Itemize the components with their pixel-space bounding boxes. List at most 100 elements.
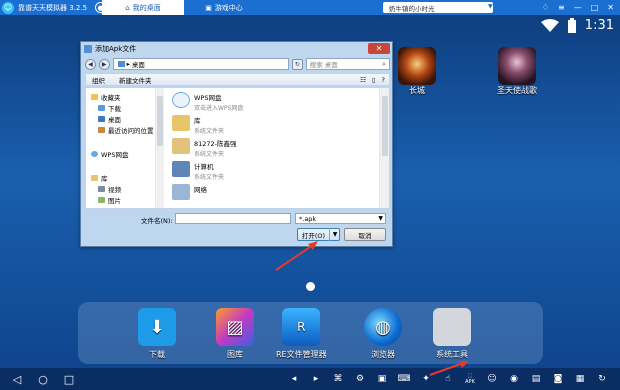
address-bar[interactable]: ▸ 桌面: [112, 58, 289, 70]
volume-down-icon[interactable]: ◂: [285, 370, 303, 388]
apk-install-icon[interactable]: ⬚ APK: [461, 370, 479, 388]
new-folder-button[interactable]: 新建文件夹: [119, 75, 152, 85]
file-list-scrollbar[interactable]: [379, 88, 389, 208]
file-item-user[interactable]: 81272-陈鑫强 系统文件夹: [172, 138, 237, 158]
refresh-icon[interactable]: ↻: [291, 58, 303, 70]
dock-app-re-file-manager[interactable]: R RE文件管理器: [276, 308, 327, 360]
dialog-close-button[interactable]: ✕: [368, 43, 390, 54]
tab-my-desktop[interactable]: ⌂ 我的桌面: [102, 0, 184, 15]
open-dropdown-button[interactable]: ▼: [329, 228, 340, 241]
dock-app-system-tools[interactable]: 系统工具: [433, 308, 471, 360]
folder-share-icon[interactable]: ▤: [527, 370, 545, 388]
screenshot-icon[interactable]: ▣: [373, 370, 391, 388]
file-item-wps[interactable]: WPS网盘双击进入WPS网盘: [172, 92, 243, 112]
file-subtitle: 系统文件夹: [194, 151, 225, 158]
filename-input[interactable]: [175, 213, 291, 224]
app-changcheng[interactable]: 长城: [398, 47, 436, 96]
cancel-label: 取消: [358, 231, 372, 240]
cloud-icon: [91, 151, 98, 157]
chevron-down-icon[interactable]: ▼: [488, 3, 493, 10]
cancel-button[interactable]: 取消: [344, 228, 386, 241]
file-name: 网络: [194, 186, 207, 194]
star-icon: [91, 94, 98, 100]
fullscreen-icon[interactable]: ▦: [571, 370, 589, 388]
nav-label: 最近访问的位置: [108, 127, 154, 135]
gamepad-icon: ▣: [205, 3, 212, 12]
address-text: 桌面: [131, 61, 145, 69]
nav-favorites[interactable]: 收藏夹: [91, 92, 121, 102]
emulator-window: ☺ 靠谱天天模拟器 3.2.5 ● ⌂ 我的桌面 ▣ 游戏中心 奶牛镇的小时光 …: [0, 0, 620, 390]
nav-wps-drive[interactable]: WPS网盘: [91, 149, 128, 159]
person-icon[interactable]: ☺: [483, 370, 501, 388]
nav-desktop[interactable]: 桌面: [98, 114, 121, 124]
dock: ⬇ 下载 ▨ 图库 R RE文件管理器 ◍ 浏览器 系统工具: [78, 302, 543, 364]
file-subtitle: 双击进入WPS网盘: [194, 105, 244, 112]
nav-videos[interactable]: 视频: [98, 184, 121, 194]
cloud-icon: [172, 92, 190, 108]
scrollbar-thumb[interactable]: [382, 96, 388, 156]
preview-pane-icon[interactable]: ▯: [372, 76, 376, 84]
close-icon[interactable]: ✕: [607, 3, 614, 12]
news-ticker[interactable]: 奶牛镇的小时光: [383, 2, 493, 13]
file-item-network[interactable]: 网络: [172, 184, 207, 200]
minimize-icon[interactable]: —: [574, 3, 582, 12]
maximize-icon[interactable]: □: [591, 3, 599, 12]
recent-apps-icon[interactable]: □: [58, 368, 80, 390]
dock-app-gallery[interactable]: ▨ 图库: [216, 308, 254, 360]
open-label: 打开(O): [301, 231, 326, 240]
nav-pictures[interactable]: 图片: [98, 195, 121, 205]
skin-icon[interactable]: ♢: [542, 3, 549, 12]
view-options-icon[interactable]: ☷: [360, 76, 366, 84]
location-icon[interactable]: ✦: [417, 370, 435, 388]
window-controls: ♢ ≡ — □ ✕: [542, 0, 620, 15]
title-bar: ☺ 靠谱天天模拟器 3.2.5 ●: [0, 0, 620, 15]
nav-label: 视频: [108, 186, 121, 194]
nav-libraries[interactable]: 库: [91, 173, 108, 183]
dialog-toolbar: 组织 新建文件夹 ☷ ▯ ?: [85, 73, 390, 86]
menu-icon[interactable]: ≡: [558, 3, 565, 12]
touch-icon[interactable]: ☝: [439, 370, 457, 388]
camera-icon[interactable]: ◙: [549, 370, 567, 388]
search-icon: ⌕: [382, 60, 387, 68]
picture-icon: [98, 197, 105, 203]
nav-label: WPS网盘: [101, 151, 129, 159]
dock-app-browser[interactable]: ◍ 浏览器: [364, 308, 402, 360]
nav-label: 桌面: [108, 116, 121, 124]
file-name: WPS网盘: [194, 94, 222, 102]
dock-app-download[interactable]: ⬇ 下载: [138, 308, 176, 360]
app-label: 浏览器: [371, 350, 395, 359]
more-icon[interactable]: ⋯: [615, 370, 620, 388]
file-name: 库: [194, 117, 201, 125]
app-shengtianshi[interactable]: 圣天使战歌: [497, 47, 537, 96]
navigation-pane: 收藏夹 下载 桌面 最近访问的位置 WPS网盘 库 视频 图片: [86, 88, 156, 208]
address-row: ◀ ▶ ▸ 桌面 ↻ 搜索 桌面 ⌕: [85, 57, 391, 71]
apk-label: APK: [465, 379, 475, 385]
app-label: 下载: [149, 350, 165, 359]
search-input[interactable]: 搜索 桌面 ⌕: [305, 58, 391, 70]
home-circle-icon[interactable]: ○: [32, 368, 54, 390]
qq-icon[interactable]: ◉: [505, 370, 523, 388]
shake-icon[interactable]: ⚙: [351, 370, 369, 388]
file-item-computer[interactable]: 计算机 系统文件夹: [172, 161, 224, 181]
nav-recent-places[interactable]: 最近访问的位置: [98, 125, 154, 135]
share-icon[interactable]: ⌘: [329, 370, 347, 388]
dialog-title: 添加Apk文件: [95, 45, 137, 53]
nav-pane-scrollbar[interactable]: [156, 88, 164, 208]
tab-game-center[interactable]: ▣ 游戏中心: [184, 0, 264, 15]
app-label: 长城: [409, 86, 425, 95]
scrollbar-thumb[interactable]: [157, 96, 163, 146]
rotate-icon[interactable]: ↻: [593, 370, 611, 388]
back-icon[interactable]: ◁: [6, 368, 28, 390]
video-icon: [98, 186, 105, 192]
download-icon: ⬇: [138, 308, 176, 346]
help-icon[interactable]: ?: [382, 76, 385, 84]
volume-up-icon[interactable]: ▸: [307, 370, 325, 388]
organize-button[interactable]: 组织: [92, 75, 105, 85]
forward-arrow-icon[interactable]: ▶: [98, 58, 110, 70]
dialog-app-icon: [84, 45, 92, 53]
nav-downloads[interactable]: 下载: [98, 103, 121, 113]
filetype-select[interactable]: *.apk ▼: [295, 213, 386, 224]
file-item-libraries[interactable]: 库系统文件夹: [172, 115, 224, 135]
keyboard-icon[interactable]: ⌨: [395, 370, 413, 388]
back-arrow-icon[interactable]: ◀: [85, 58, 96, 70]
